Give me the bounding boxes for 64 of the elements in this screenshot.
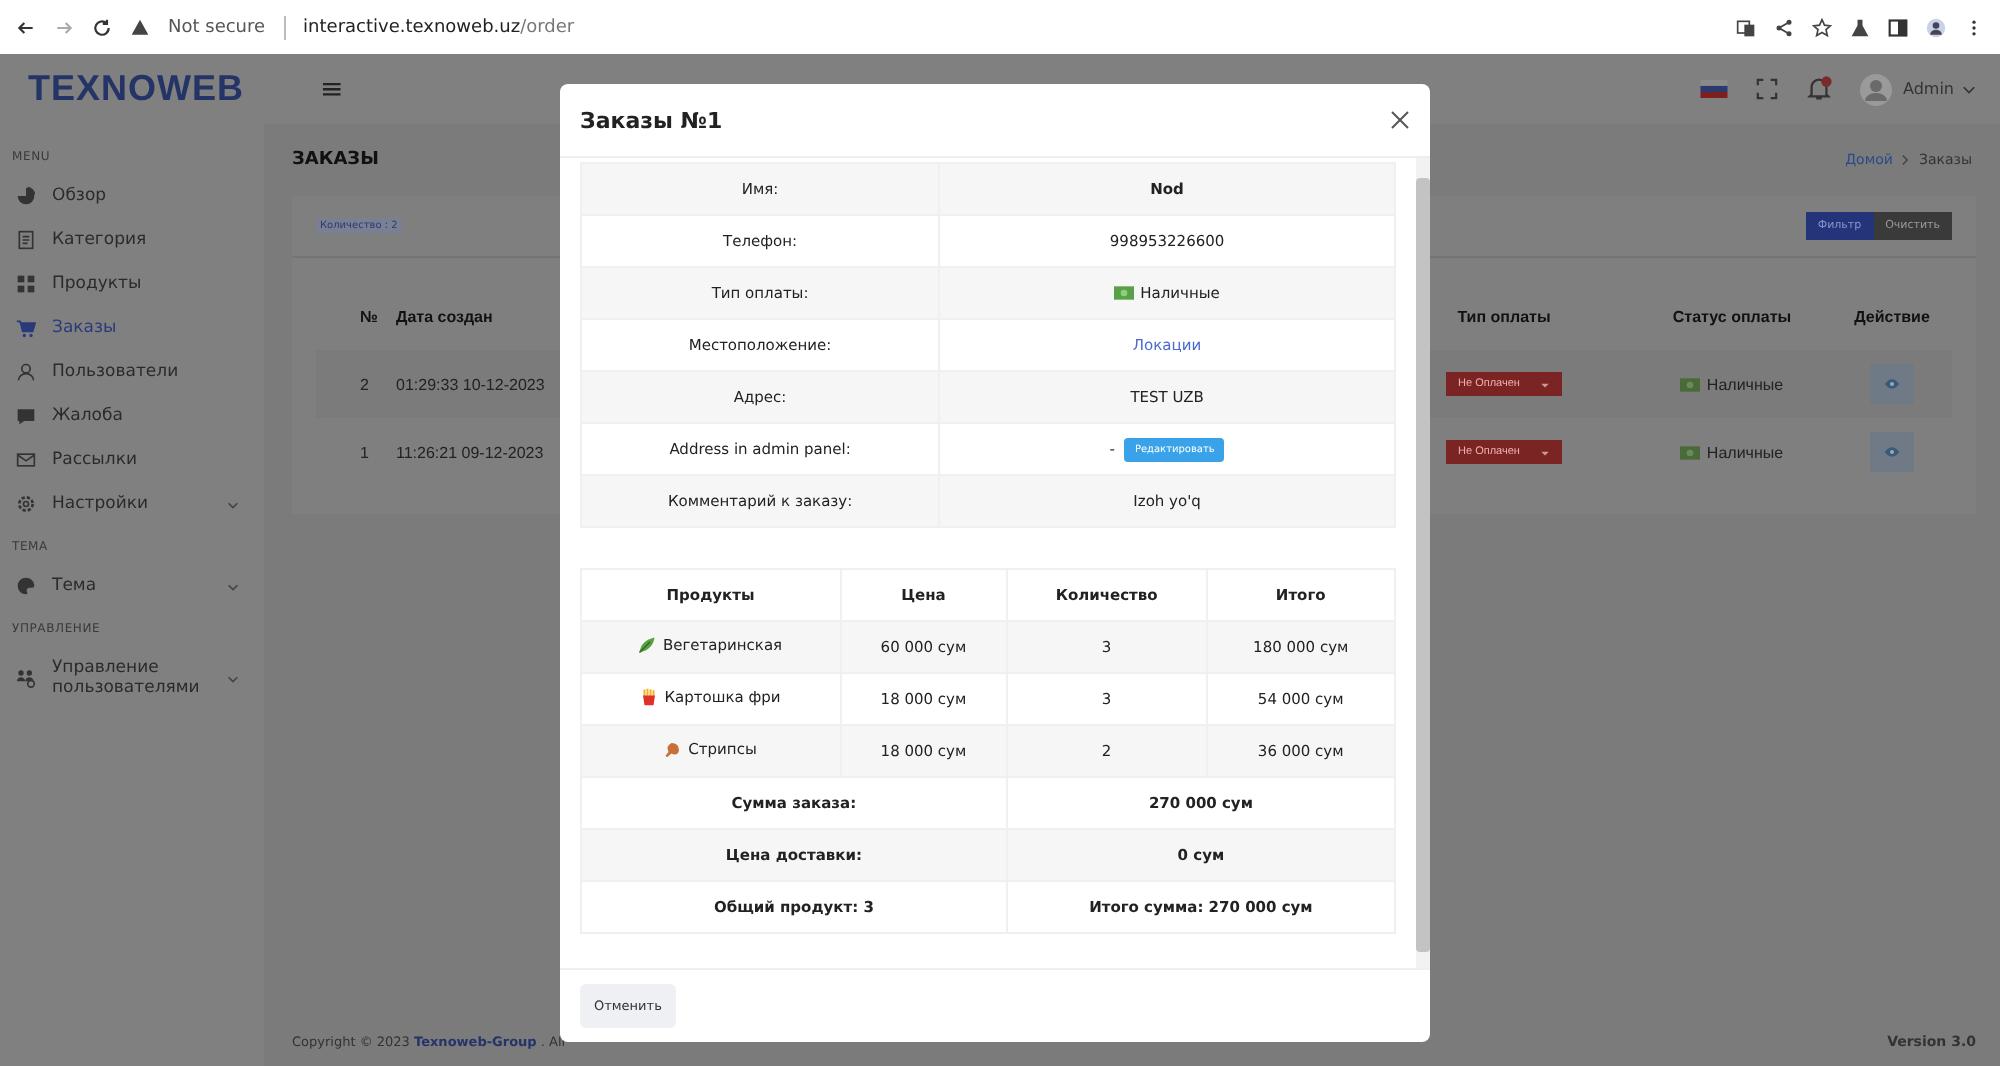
star-icon[interactable] [1812, 17, 1832, 37]
eye-icon [1884, 378, 1900, 390]
share-icon[interactable] [1774, 17, 1794, 37]
cash-icon [1680, 377, 1701, 391]
sidebar-item[interactable]: Продукты [0, 262, 264, 306]
column-header: № [358, 307, 380, 325]
address-bar[interactable]: interactive.texnoweb.uz/order [303, 17, 575, 37]
drumstick-icon [664, 740, 683, 758]
chevron-icon [1900, 154, 1911, 166]
sidebar-item[interactable]: Управление пользователями [0, 646, 264, 710]
mail-icon [16, 450, 36, 470]
logo[interactable]: TEXNOWEB [28, 68, 245, 108]
close-icon[interactable] [1390, 110, 1410, 130]
fullscreen-icon[interactable] [1755, 78, 1777, 100]
translate-icon[interactable] [1736, 17, 1756, 37]
sidebar-item[interactable]: Категория [0, 218, 264, 262]
cash-icon [1114, 285, 1135, 299]
sidebar-item[interactable]: Обзор [0, 174, 264, 218]
table-cell-text: 1 [358, 443, 371, 461]
user-name[interactable]: Admin [1903, 80, 1954, 98]
dialog-title: Заказы №1 [580, 107, 723, 133]
page-title: ЗАКАЗЫ [292, 150, 379, 170]
gear-icon [16, 494, 36, 514]
back-icon[interactable] [16, 17, 36, 37]
bell-icon[interactable] [1805, 76, 1831, 102]
flag-icon[interactable] [1699, 80, 1727, 98]
sidebar-item[interactable]: Настройки [0, 482, 264, 526]
menu-button[interactable]: ≡ [320, 73, 344, 105]
doc-icon [16, 230, 36, 250]
eye-icon [1884, 446, 1900, 458]
sidebar-item[interactable]: Пользователи [0, 350, 264, 394]
sidebar-panel-icon[interactable] [1888, 17, 1908, 37]
scrollbar[interactable] [1416, 158, 1430, 968]
caret-icon[interactable] [1962, 82, 1976, 96]
profile-icon[interactable] [1926, 17, 1946, 37]
reload-icon[interactable] [92, 17, 112, 37]
column-header: Тип оплаты [1455, 307, 1553, 325]
fries-icon [640, 688, 659, 706]
grid-icon [16, 274, 36, 294]
table-cell: 01:29:33 10-12-2023 [396, 375, 545, 393]
cash-icon [1680, 445, 1701, 459]
flask-icon[interactable] [1850, 17, 1870, 37]
caret-icon [1539, 379, 1550, 389]
leaf-icon [638, 636, 657, 654]
sidebar-item[interactable]: Жалоба [0, 394, 264, 438]
table-cell: 11:26:21 09-12-2023 [396, 443, 544, 461]
palette-icon [16, 576, 36, 596]
users-icon [16, 668, 36, 688]
chart-icon [16, 186, 36, 206]
chat-icon [16, 406, 36, 426]
column-header: Статус оплаты [1670, 307, 1794, 325]
table-cell: Наличные [1706, 443, 1784, 461]
table-cell-text: 2 [358, 375, 371, 393]
column-header: Действие [1852, 307, 1932, 325]
security-label: Not secure [168, 17, 266, 37]
sidebar-item[interactable]: Заказы [0, 306, 264, 350]
column-header: Дата создан [396, 307, 495, 325]
sidebar-item[interactable]: Рассылки [0, 438, 264, 482]
caret-icon [1539, 447, 1550, 457]
table-cell: Наличные [1706, 375, 1784, 393]
cart-icon [16, 318, 36, 338]
sidebar-item[interactable]: Тема [0, 564, 264, 608]
warning-icon [130, 17, 150, 37]
user-icon [16, 362, 36, 382]
